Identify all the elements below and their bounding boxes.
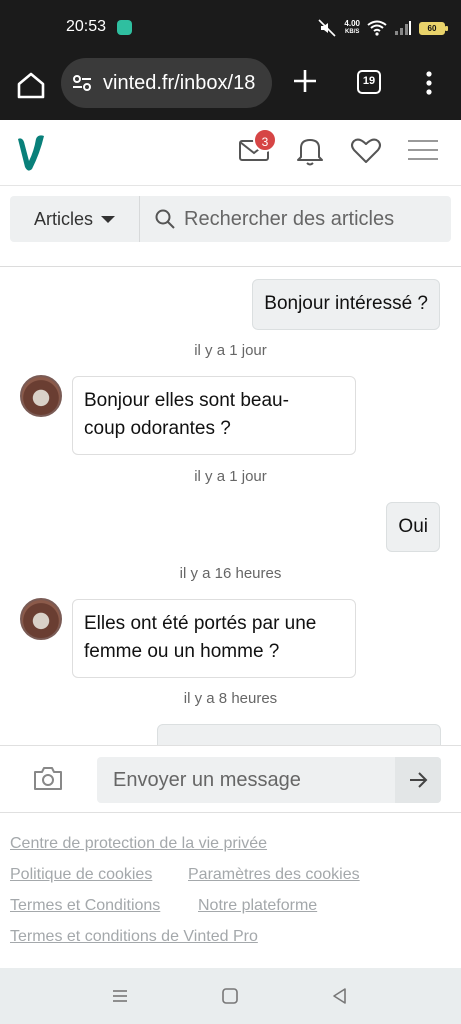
home-nav-icon[interactable] [220,986,240,1006]
message-composer [0,745,461,813]
mute-vibrate-icon [318,19,336,37]
app-header: 3 [0,120,461,186]
send-button[interactable] [395,757,441,803]
message-bubble-sent: Bonjour intéressé ? [252,279,440,330]
url-text: vinted.fr/inbox/18 [103,71,256,94]
site-settings-icon[interactable] [71,72,93,94]
browser-toolbar: vinted.fr/inbox/18 19 [0,56,461,120]
arrow-right-icon [410,772,428,788]
message-timestamp: il y a 1 jour [194,468,267,485]
pro-terms-link[interactable]: Termes et conditions de Vinted Pro [10,928,258,946]
new-tab-icon[interactable] [290,66,320,96]
category-label: Articles [33,208,93,229]
message-timestamp: il y a 8 heures [183,690,278,707]
message-timestamp: il y a 16 heures [179,565,282,582]
signal-icon [395,21,411,35]
camera-icon[interactable] [32,764,64,792]
notification-app-icon [117,20,132,35]
avatar[interactable] [20,375,62,417]
caret-down-icon [101,215,115,223]
unread-badge: 3 [253,128,277,152]
message-bubble-received: Bonjour elles sont beau- coup odorantes … [72,376,356,455]
message-bubble-received: Elles ont été portés par une femme ou un… [72,599,356,678]
address-bar[interactable]: vinted.fr/inbox/18 [61,58,272,108]
cookie-policy-link[interactable]: Politique de cookies [10,866,152,884]
heart-icon[interactable] [348,132,384,168]
footer: Centre de protection de la vie privée Po… [0,814,461,968]
status-icons: 4.00 KB/S 60 [317,16,448,40]
more-menu-icon[interactable] [421,68,437,98]
message-timestamp: il y a 1 jour [194,342,267,359]
search-placeholder: Rechercher des articles [184,207,395,230]
hamburger-menu-icon[interactable] [404,132,440,168]
cookie-settings-link[interactable]: Paramètres des cookies [188,866,360,884]
conversation-thread: Bonjour intéressé ? il y a 1 jour Bonjou… [0,267,461,745]
tab-switcher-button[interactable]: 19 [357,70,381,94]
message-input-wrapper [97,757,441,803]
avatar[interactable] [20,598,62,640]
message-input[interactable] [97,757,393,803]
search-input[interactable]: Rechercher des articles [140,196,451,242]
search-bar: Articles Rechercher des articles [10,196,451,242]
network-speed: 4.00 KB/S [344,19,360,36]
status-bar: 20:53 4.00 KB/S 60 [0,0,461,56]
message-bubble-sent: Oui [386,502,440,552]
search-icon [155,209,175,229]
battery-icon: 60 [419,21,448,35]
wifi-icon [367,20,387,36]
platform-link[interactable]: Notre plateforme [198,897,317,915]
system-nav-bar [0,968,461,1024]
privacy-link[interactable]: Centre de protection de la vie privée [10,835,267,853]
status-time: 20:53 [66,18,107,35]
bell-icon[interactable] [292,132,328,168]
home-icon[interactable] [14,68,48,102]
category-dropdown[interactable]: Articles [10,196,140,242]
vinted-logo[interactable] [16,133,48,173]
terms-link[interactable]: Termes et Conditions [10,897,160,915]
back-icon[interactable] [330,986,350,1006]
message-bubble-sent-partial [157,724,441,745]
recent-apps-icon[interactable] [110,986,130,1006]
